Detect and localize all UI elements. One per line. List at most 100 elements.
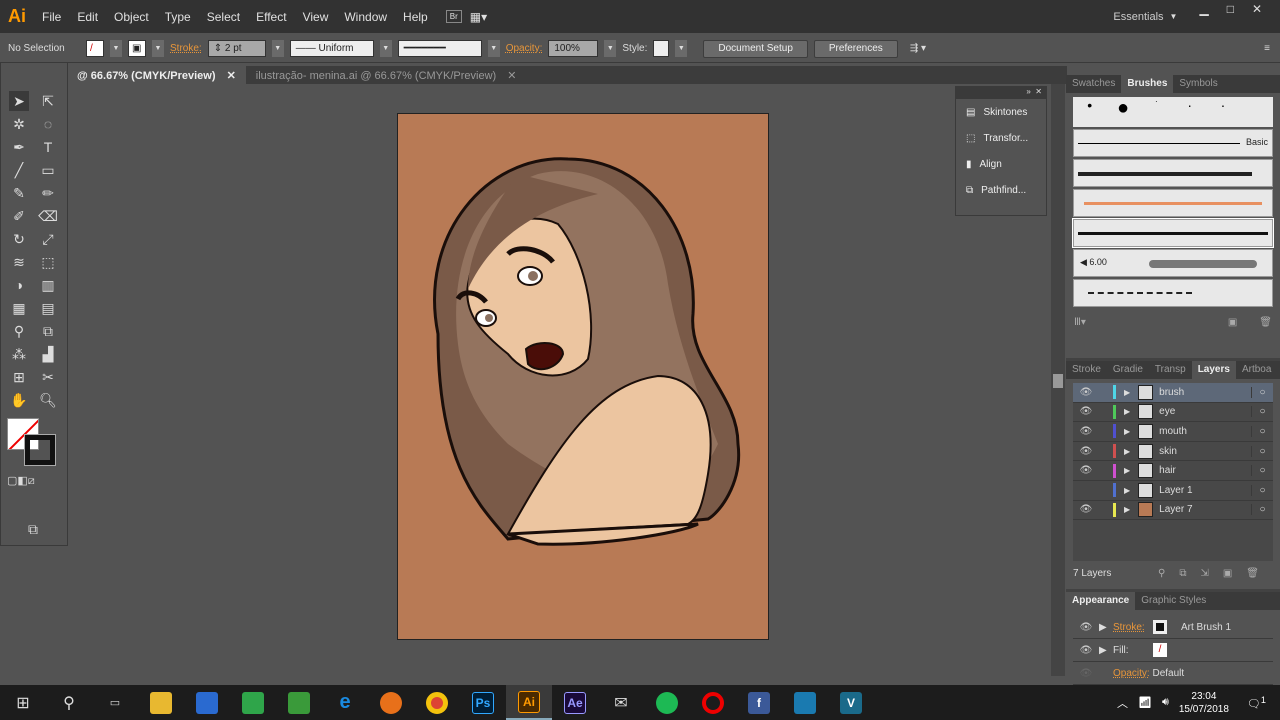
brush-art-decorative[interactable] [1073,189,1273,217]
expand-icon[interactable]: ▶ [1124,466,1130,475]
gradient-tool-icon[interactable]: ▤ [38,298,58,318]
artboard[interactable] [397,113,769,640]
line-tool-icon[interactable]: ╱ [9,160,29,180]
target-icon[interactable]: ○ [1251,386,1273,398]
start-button[interactable]: ⊞ [0,685,46,720]
stroke-swatch[interactable]: ▣ [128,40,146,57]
app-icon[interactable] [782,685,828,720]
tab-document-active[interactable]: @ 66.67% (CMYK/Preview) ✕ [67,66,246,84]
target-icon[interactable]: ○ [1251,484,1273,496]
search-icon[interactable]: ⚲ [46,685,92,720]
expand-icon[interactable]: ▶ [1099,645,1113,656]
rectangle-tool-icon[interactable]: ▭ [38,160,58,180]
opacity-label[interactable]: Opacity: [1113,668,1150,679]
expand-icon[interactable]: ▶ [1124,505,1130,514]
panel-pathfinder[interactable]: ⧉ Pathfind... [956,177,1046,203]
tab-symbols[interactable]: Symbols [1173,75,1223,93]
eyedropper-tool-icon[interactable]: ⚲ [9,321,29,341]
expand-icon[interactable]: ▶ [1124,447,1130,456]
tab-graphic-styles[interactable]: Graphic Styles [1135,592,1212,610]
menu-select[interactable]: Select [199,10,248,24]
eye-icon[interactable]: 👁︎ [1073,504,1099,515]
slice-tool-icon[interactable]: ✂ [38,367,58,387]
panel-menu-icon[interactable]: ≡ [1264,43,1270,54]
chevron-down-icon[interactable]: ▼ [152,40,164,57]
tab-appearance[interactable]: Appearance [1066,592,1136,610]
tab-artboards[interactable]: Artboa [1236,361,1277,379]
appearance-fill-row[interactable]: 👁︎ ▶ Fill: / [1073,639,1273,662]
pencil-tool-icon[interactable]: ✏ [38,183,58,203]
target-icon[interactable]: ○ [1251,406,1273,418]
new-brush-icon[interactable]: ▣ [1228,317,1237,328]
eraser-tool-icon[interactable]: ⌫ [38,206,58,226]
close-icon[interactable]: ✕ [227,70,236,82]
tab-stroke[interactable]: Stroke [1066,361,1107,379]
layers-footer-icons[interactable]: ⚲⧉⇲▣🗑︎ [1158,568,1273,579]
menu-effect[interactable]: Effect [248,10,294,24]
close-button[interactable]: ✕ [1252,2,1262,16]
eye-icon[interactable]: 👁︎ [1073,387,1099,398]
blend-tool-icon[interactable]: ⧉ [38,321,58,341]
chevron-down-icon[interactable]: ▼ [604,40,617,57]
clock[interactable]: 23:04 15/07/2018 [1179,690,1229,716]
eye-icon[interactable]: 👁︎ [1073,622,1099,633]
artboard-tool-icon[interactable]: ⊞ [9,367,29,387]
target-icon[interactable]: ○ [1251,445,1273,457]
layer-row[interactable]: 👁︎ ▶ hair ○ [1073,461,1273,481]
minimize-button[interactable]: ▁ [1199,2,1208,16]
chevron-down-icon[interactable]: ▼ [110,40,122,57]
blob-brush-tool-icon[interactable]: ✐ [9,206,29,226]
expand-icon[interactable]: ▶ [1124,427,1130,436]
vertical-scrollbar[interactable] [1051,84,1065,676]
brush-swatches-row[interactable]: • ● · · · [1073,97,1273,127]
layer-name[interactable]: hair [1159,465,1251,476]
column-graph-tool-icon[interactable]: ▟ [38,344,58,364]
menu-edit[interactable]: Edit [69,10,106,24]
eye-icon[interactable]: 👁︎ [1073,645,1099,656]
menu-file[interactable]: File [34,10,69,24]
magic-wand-tool-icon[interactable]: ✲ [9,114,29,134]
brush-basic[interactable]: Basic [1073,129,1273,157]
chevron-down-icon[interactable]: ▼ [487,40,500,57]
target-icon[interactable]: ○ [1251,504,1273,516]
panel-align[interactable]: ▮ Align [956,151,1046,177]
chevron-down-icon[interactable]: ▼ [1170,12,1178,21]
layer-row[interactable]: 👁︎ ▶ brush ○ [1073,383,1273,403]
fill-swatch[interactable]: / [1153,643,1167,657]
brush-charcoal[interactable] [1073,159,1273,187]
mesh-tool-icon[interactable]: ▦ [9,298,29,318]
variable-width-profile[interactable]: —— Uniform [289,40,374,57]
stroke-color-swatch[interactable] [24,434,56,466]
eye-icon[interactable]: 👁︎ [1073,668,1099,679]
paintbrush-tool-icon[interactable]: ✎ [9,183,29,203]
selection-tool-icon[interactable]: ➤ [9,91,29,111]
firefox-icon[interactable] [368,685,414,720]
expand-icon[interactable]: ▶ [1124,486,1130,495]
style-swatch[interactable] [653,40,670,57]
layer-name[interactable]: Layer 7 [1159,504,1251,515]
stroke-label[interactable]: Stroke: [1113,622,1153,633]
brush-bristle[interactable]: ◀ 6.00 [1073,249,1273,277]
appearance-stroke-row[interactable]: 👁︎ ▶ Stroke: Art Brush 1 [1073,616,1273,639]
opera-icon[interactable] [690,685,736,720]
pen-tool-icon[interactable]: ✒ [9,137,29,157]
scale-tool-icon[interactable]: ⤢ [38,229,58,249]
vegas-icon[interactable]: V [828,685,874,720]
type-tool-icon[interactable]: T [38,137,58,157]
free-transform-tool-icon[interactable]: ⬚ [38,252,58,272]
file-explorer-icon[interactable] [138,685,184,720]
stroke-label[interactable]: Stroke: [170,43,202,54]
eye-icon[interactable]: 👁︎ [1073,406,1099,417]
evernote-icon[interactable] [230,685,276,720]
layer-row[interactable]: ▶ Layer 1 ○ [1073,481,1273,501]
delete-icon[interactable]: 🗑︎ [1259,317,1272,328]
tab-document-ilustracao[interactable]: ilustração- menina.ai @ 66.67% (CMYK/Pre… [246,66,527,84]
target-icon[interactable]: ○ [1251,425,1273,437]
brush-pattern[interactable] [1073,279,1273,307]
stroke-weight-input[interactable]: ⇕ 2 pt [207,40,266,57]
tab-transparency[interactable]: Transp [1149,361,1192,379]
expand-icon[interactable]: ▶ [1099,622,1113,633]
shape-builder-tool-icon[interactable]: ◑ [9,275,29,295]
menu-object[interactable]: Object [106,10,157,24]
chrome-icon[interactable] [414,685,460,720]
